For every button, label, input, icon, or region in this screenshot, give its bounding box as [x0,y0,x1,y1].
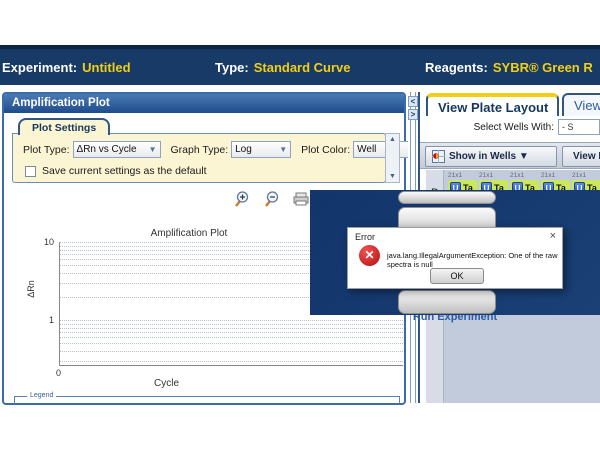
reagents-value: SYBR® Green R [493,60,593,75]
zoom-out-icon[interactable] [262,190,280,208]
plate-toolbar: Show in Wells ▼ View L [420,142,600,169]
x-axis-label: Cycle [154,378,179,389]
run-panel-button[interactable] [398,191,496,204]
save-default-checkbox[interactable] [25,166,36,177]
show-in-wells-button[interactable]: Show in Wells ▼ [425,146,557,167]
gridline [60,351,403,352]
view-legend-button[interactable]: View L [562,146,600,167]
plot-toolbar [232,190,310,208]
error-icon: ✕ [359,245,380,266]
experiment-label: Experiment: [2,60,77,75]
chevron-down-icon: ▼ [279,145,287,154]
select-wells-dropdown[interactable]: - S [558,119,600,135]
well-sample-label: 21x1 [448,172,477,179]
gridline [60,332,403,333]
reagents-field: Reagents: SYBR® Green R [425,60,593,75]
ok-button[interactable]: OK [430,268,484,284]
qpcr-application-window: Experiment:Untitled Type:Standard Curve … [0,0,600,450]
plot-color-label: Plot Color: [301,144,350,156]
save-default-row: Save current settings as the default [25,165,207,177]
well-sample-label: 21x1 [541,172,570,179]
close-icon[interactable]: × [550,230,556,242]
experiment-title-bar: Experiment:Untitled Type:Standard Curve … [0,45,600,85]
experiment-field: Experiment: Untitled [2,60,131,75]
collapse-left-button[interactable]: < [408,96,418,107]
gridline [60,361,403,362]
printer-icon[interactable] [292,190,310,208]
gridline [60,328,403,329]
gridline [60,343,403,344]
collapse-right-button[interactable]: > [408,109,418,120]
y-tick-1: 1 [34,315,54,325]
gridline [60,337,403,338]
show-in-wells-icon [432,150,445,163]
scroll-down-icon[interactable]: ▼ [386,173,399,180]
error-dialog: Error × ✕ java.lang.IllegalArgumentExcep… [347,227,563,289]
plot-type-label: Plot Type: [23,144,70,156]
type-label: Type: [215,60,249,75]
tab-view-plate-layout[interactable]: View Plate Layout [426,93,559,116]
well-sample-label: 21x1 [479,172,508,179]
legend-label: Legend [27,392,56,399]
select-wells-label: Select Wells With: [474,122,554,133]
tab-plot-settings[interactable]: Plot Settings [18,118,110,135]
type-value: Standard Curve [254,60,351,75]
y-tick-10: 10 [34,237,54,247]
y-axis-label: ΔRn [26,280,36,298]
gridline [60,324,403,325]
y-axis-line [59,242,60,365]
well-sample-label: 21x1 [572,172,600,179]
type-field: Type: Standard Curve [215,60,351,75]
plot-settings-row: Plot Type: ΔRn vs Cycle▼ Graph Type: Log… [23,141,429,158]
tab-view-well-table[interactable]: View [562,93,600,116]
panel-title: Amplification Plot [4,94,404,113]
reagents-label: Reagents: [425,60,488,75]
well-sample-label: 21x1 [510,172,539,179]
zoom-in-icon[interactable] [232,190,250,208]
plot-settings-group: Plot Type: ΔRn vs Cycle▼ Graph Type: Log… [12,133,386,183]
x-axis-line [59,365,403,366]
chart-title: Amplification Plot [64,228,314,239]
save-default-label: Save current settings as the default [42,165,207,177]
chevron-down-icon: ▼ [149,145,157,154]
legend-fieldset: Legend [14,396,400,404]
run-experiment-button[interactable] [398,290,496,314]
x-tick-0: 0 [56,368,61,378]
scroll-up-icon[interactable]: ▲ [386,136,399,143]
error-message: java.lang.IllegalArgumentException: One … [387,251,559,269]
plot-type-select[interactable]: ΔRn vs Cycle▼ [73,141,161,158]
settings-scrollbar[interactable]: ▲ ▼ [385,133,400,183]
experiment-value: Untitled [82,60,130,75]
dialog-title: Error [355,232,375,242]
graph-type-label: Graph Type: [171,144,229,156]
graph-type-select[interactable]: Log▼ [231,141,291,158]
